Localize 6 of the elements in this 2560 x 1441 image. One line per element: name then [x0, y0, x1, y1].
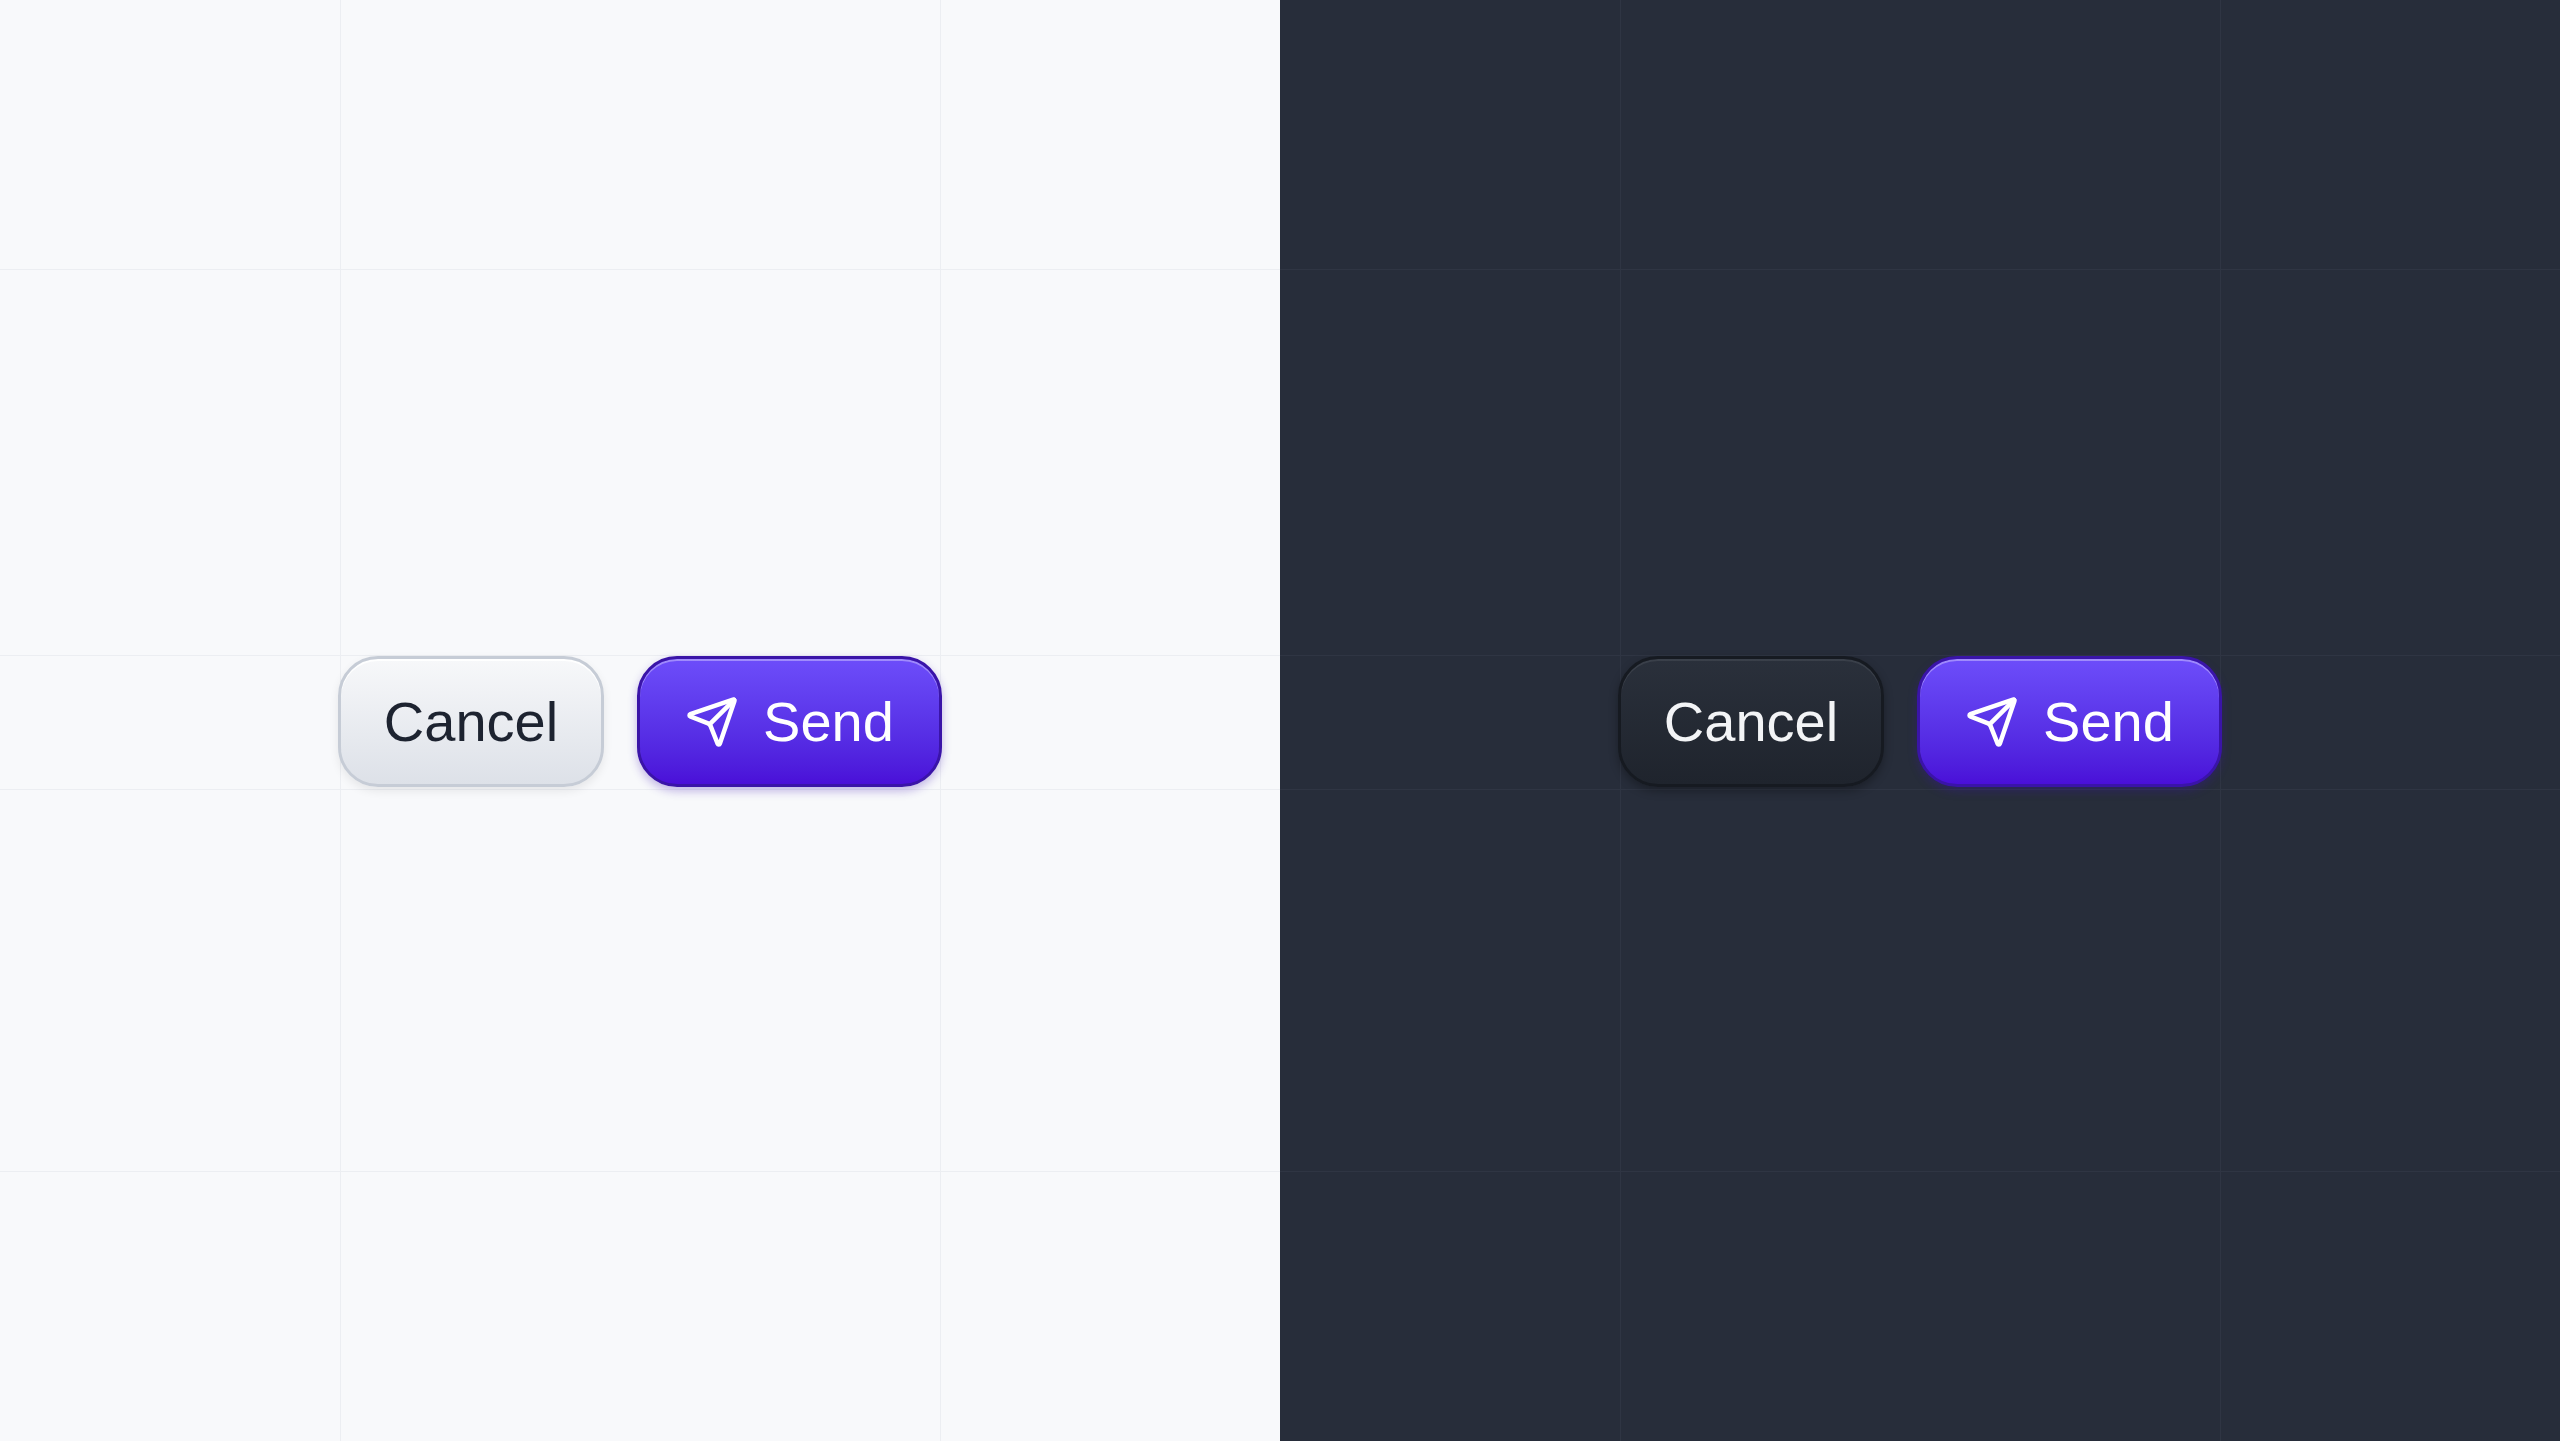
- cancel-button[interactable]: Cancel: [1618, 656, 1884, 787]
- send-button[interactable]: Send: [1917, 656, 2222, 787]
- send-icon: [685, 694, 740, 749]
- send-button[interactable]: Send: [637, 656, 942, 787]
- cancel-button[interactable]: Cancel: [338, 656, 604, 787]
- send-icon: [1965, 694, 2020, 749]
